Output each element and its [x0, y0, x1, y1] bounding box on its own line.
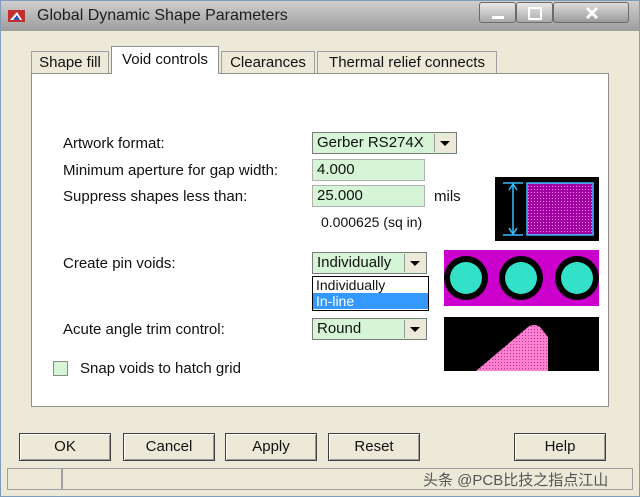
- tab-shape-fill[interactable]: Shape fill: [31, 51, 109, 73]
- ok-button[interactable]: OK: [19, 433, 111, 461]
- acute-angle-preview-image: [444, 317, 599, 371]
- create-pin-voids-dropdown: Individually In-line: [312, 276, 429, 311]
- artwork-format-value: Gerber RS274X: [317, 134, 424, 151]
- reset-button[interactable]: Reset: [328, 433, 420, 461]
- acute-angle-trim-select[interactable]: Round: [312, 318, 427, 340]
- help-button[interactable]: Help: [514, 433, 606, 461]
- tab-thermal-relief-connects[interactable]: Thermal relief connects: [317, 51, 497, 73]
- suppress-shapes-preview-image: [495, 177, 599, 241]
- close-icon: [585, 6, 599, 20]
- min-aperture-label: Minimum aperture for gap width:: [63, 162, 279, 179]
- app-icon: [8, 10, 25, 22]
- chevron-down-icon[interactable]: [404, 320, 425, 338]
- status-pane-1: [7, 468, 62, 490]
- option-in-line[interactable]: In-line: [313, 293, 428, 309]
- snap-voids-label: Snap voids to hatch grid: [80, 360, 241, 377]
- create-pin-voids-label: Create pin voids:: [63, 255, 176, 272]
- tab-clearances[interactable]: Clearances: [221, 51, 315, 73]
- window-title: Global Dynamic Shape Parameters: [37, 7, 288, 24]
- min-aperture-field[interactable]: 4.000: [312, 159, 425, 181]
- suppress-shapes-label: Suppress shapes less than:: [63, 188, 248, 205]
- maximize-icon: [528, 7, 542, 20]
- title-bar[interactable]: Global Dynamic Shape Parameters: [1, 1, 639, 31]
- suppress-shapes-field[interactable]: 25.000: [312, 185, 425, 207]
- option-individually[interactable]: Individually: [313, 277, 428, 293]
- watermark-text: 头条 @PCB比技之指点江山: [423, 472, 609, 489]
- tab-void-controls[interactable]: Void controls: [111, 46, 219, 74]
- artwork-format-label: Artwork format:: [63, 135, 165, 152]
- snap-voids-checkbox[interactable]: [53, 361, 68, 376]
- suppress-shapes-unit: mils: [434, 188, 461, 205]
- minimize-icon: [492, 16, 504, 19]
- artwork-format-select[interactable]: Gerber RS274X: [312, 132, 457, 154]
- dialog-window: Global Dynamic Shape Parameters Shape fi…: [0, 0, 640, 497]
- cancel-button[interactable]: Cancel: [123, 433, 215, 461]
- acute-angle-trim-value: Round: [317, 320, 362, 337]
- maximize-button[interactable]: [516, 2, 553, 23]
- create-pin-voids-select[interactable]: Individually: [312, 252, 427, 274]
- chevron-down-icon[interactable]: [404, 254, 425, 272]
- create-pin-voids-value: Individually: [317, 254, 392, 271]
- acute-angle-trim-label: Acute angle trim control:: [63, 321, 225, 338]
- close-button[interactable]: [553, 2, 629, 23]
- chevron-down-icon[interactable]: [434, 134, 455, 152]
- suppress-shapes-area: 0.000625 (sq in): [321, 214, 423, 230]
- minimize-button[interactable]: [479, 2, 516, 23]
- apply-button[interactable]: Apply: [225, 433, 317, 461]
- pin-voids-preview-image: [444, 250, 599, 306]
